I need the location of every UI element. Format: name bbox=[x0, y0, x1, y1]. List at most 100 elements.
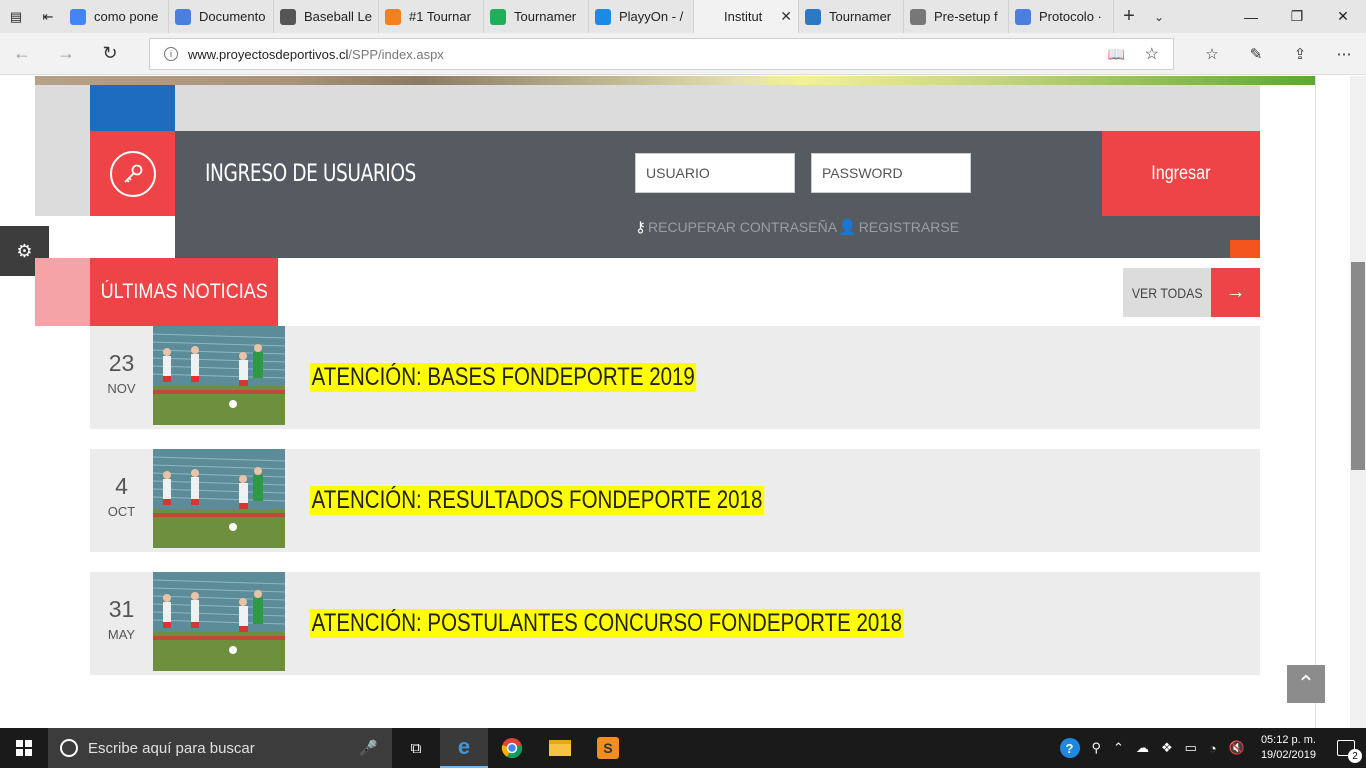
favorite-star-icon[interactable]: ☆ bbox=[1145, 44, 1159, 64]
news-heading: ÚLTIMAS NOTICIAS bbox=[90, 258, 278, 326]
browser-tab[interactable]: Protocolo · bbox=[1009, 0, 1114, 33]
browser-toolbar: ☆ ✎ ⇪ ⋯ bbox=[1190, 33, 1366, 75]
refresh-icon[interactable]: ↻ bbox=[88, 43, 132, 64]
news-month: MAY bbox=[107, 627, 136, 642]
page-right-margin bbox=[1315, 76, 1350, 728]
login-submit-button[interactable]: Ingresar bbox=[1102, 131, 1260, 216]
browser-tab[interactable]: PlayyOn - / bbox=[589, 0, 694, 33]
news-heading-text: ÚLTIMAS NOTICIAS bbox=[100, 280, 268, 303]
login-title: INGRESO DE USUARIOS bbox=[205, 159, 416, 187]
minimize-icon[interactable]: — bbox=[1228, 0, 1274, 33]
windows-taskbar: Escribe aquí para buscar 🎤 ⧉ e S ? ⚲ ⌃ ☁… bbox=[0, 728, 1366, 768]
help-icon[interactable]: ? bbox=[1059, 738, 1080, 758]
web-note-icon[interactable]: ✎ bbox=[1234, 45, 1278, 63]
windows-start-icon[interactable] bbox=[0, 728, 48, 768]
tab-actions-icon[interactable]: ▤ bbox=[0, 0, 32, 33]
wifi-icon[interactable]: ◔ bbox=[1209, 741, 1217, 756]
task-view-icon[interactable]: ⧉ bbox=[392, 740, 440, 757]
set-aside-tabs-icon[interactable]: ⇤ bbox=[32, 0, 64, 33]
user-icon: 👤 bbox=[838, 219, 857, 236]
view-all-button[interactable]: VER TODAS bbox=[1123, 268, 1211, 317]
news-item[interactable]: 4 OCT ATENCIÓN: RESULTADOS FONDEPORTE 20… bbox=[90, 449, 1260, 552]
browser-tab[interactable]: #1 Tournar bbox=[379, 0, 484, 33]
browser-tab[interactable]: Pre-setup f bbox=[904, 0, 1009, 33]
browser-tab-title: Documento bbox=[199, 9, 266, 24]
file-explorer-icon[interactable] bbox=[536, 728, 584, 768]
back-icon[interactable]: ← bbox=[0, 43, 44, 64]
browser-tab-title: como pone bbox=[94, 9, 159, 24]
docs-icon bbox=[1015, 8, 1031, 25]
shield-icon bbox=[805, 8, 821, 25]
page-left-margin bbox=[0, 76, 35, 728]
password-input[interactable] bbox=[811, 153, 971, 193]
edge-app-icon[interactable]: e bbox=[440, 728, 488, 768]
view-all-label: VER TODAS bbox=[1131, 284, 1203, 301]
blue-accent-block bbox=[90, 85, 175, 131]
news-item[interactable]: 23 NOV ATENCIÓN: BASES FONDEPORTE 2019 bbox=[90, 326, 1260, 429]
news-day: 4 bbox=[115, 473, 128, 499]
tab-preview-chevron-icon[interactable]: ⌄ bbox=[1144, 0, 1174, 33]
page-scrollbar[interactable] bbox=[1350, 76, 1366, 728]
news-item[interactable]: 31 MAY ATENCIÓN: POSTULANTES CONCURSO FO… bbox=[90, 572, 1260, 675]
share-icon[interactable]: ⇪ bbox=[1278, 45, 1322, 63]
chrome-app-icon[interactable] bbox=[488, 728, 536, 768]
baseball-icon bbox=[280, 8, 296, 25]
reading-view-icon[interactable]: 📖 bbox=[1108, 46, 1125, 63]
browser-tab[interactable]: Tournamer bbox=[799, 0, 904, 33]
scrollbar-thumb[interactable] bbox=[1351, 262, 1365, 470]
clock-date: 19/02/2019 bbox=[1260, 749, 1316, 761]
sublime-text-icon[interactable]: S bbox=[584, 728, 632, 768]
show-hidden-icons-chevron-icon[interactable]: ⌃ bbox=[1113, 740, 1124, 756]
news-thumbnail[interactable] bbox=[153, 449, 285, 548]
news-header-accent bbox=[35, 258, 90, 326]
recover-password-label: RECUPERAR CONTRASEÑA bbox=[648, 219, 838, 235]
address-bar-row: ← → ↻ i www.proyectosdeportivos.cl/SPP/i… bbox=[0, 33, 1366, 75]
clock-time: 05:12 p. m. bbox=[1260, 734, 1316, 746]
page-viewport: INGRESO DE USUARIOS Ingresar ⚷ RECUPERAR… bbox=[0, 76, 1366, 728]
more-menu-icon[interactable]: ⋯ bbox=[1322, 45, 1366, 63]
tab-list: como pone Documento Baseball Le #1 Tournar T… bbox=[64, 0, 1114, 33]
news-title-link[interactable]: ATENCIÓN: POSTULANTES CONCURSO FONDEPORT… bbox=[310, 609, 904, 638]
close-window-icon[interactable]: ✕ bbox=[1320, 0, 1366, 33]
favorites-hub-icon[interactable]: ☆ bbox=[1190, 45, 1234, 63]
action-center-icon[interactable]: 2 bbox=[1326, 728, 1366, 768]
arrow-right-icon[interactable]: → bbox=[1211, 268, 1260, 317]
news-title-link[interactable]: ATENCIÓN: RESULTADOS FONDEPORTE 2018 bbox=[310, 486, 765, 515]
back-to-top-icon[interactable]: ⌃ bbox=[1287, 665, 1325, 703]
dropbox-icon[interactable]: ❖ bbox=[1161, 740, 1173, 756]
news-thumbnail[interactable] bbox=[153, 572, 285, 671]
news-thumbnail[interactable] bbox=[153, 326, 285, 425]
onedrive-cloud-icon[interactable]: ☁ bbox=[1136, 740, 1149, 756]
google-icon bbox=[70, 8, 86, 25]
system-tray: ? ⚲ ⌃ ☁ ❖ ▭ ◔ 🔇 05:12 p. m. 19/02/2019 2 bbox=[1054, 728, 1366, 768]
browser-tab[interactable]: como pone bbox=[64, 0, 169, 33]
docs-icon bbox=[175, 8, 191, 25]
restore-icon[interactable]: ❐ bbox=[1274, 0, 1320, 33]
key-icon bbox=[109, 150, 156, 197]
volume-muted-icon[interactable]: 🔇 bbox=[1229, 740, 1245, 756]
taskbar-clock[interactable]: 05:12 p. m. 19/02/2019 bbox=[1261, 733, 1316, 763]
news-day: 23 bbox=[108, 350, 135, 376]
microphone-icon[interactable]: 🎤 bbox=[359, 739, 378, 757]
browser-tab[interactable]: Tournamer bbox=[484, 0, 589, 33]
news-date: 23 NOV bbox=[90, 326, 153, 429]
register-link[interactable]: 👤 REGISTRARSE bbox=[838, 218, 959, 236]
url-field[interactable]: i www.proyectosdeportivos.cl/SPP/index.a… bbox=[149, 38, 1174, 70]
forward-icon[interactable]: → bbox=[44, 43, 88, 64]
username-input[interactable] bbox=[635, 153, 795, 193]
browser-tab[interactable]: Institut ✕ bbox=[694, 0, 799, 33]
star-badge-icon bbox=[385, 8, 401, 25]
browser-tab-title: Tournamer bbox=[514, 9, 577, 24]
new-tab-icon[interactable]: + bbox=[1114, 0, 1144, 33]
url-domain: www.proyectosdeportivos.cl bbox=[188, 46, 349, 62]
taskbar-search[interactable]: Escribe aquí para buscar 🎤 bbox=[48, 728, 392, 768]
browser-tab[interactable]: Documento bbox=[169, 0, 274, 33]
close-tab-icon[interactable]: ✕ bbox=[780, 8, 792, 25]
people-icon[interactable]: ⚲ bbox=[1092, 740, 1102, 756]
site-info-icon[interactable]: i bbox=[164, 47, 178, 61]
browser-tab-title: Protocolo · bbox=[1039, 9, 1102, 24]
news-title-link[interactable]: ATENCIÓN: BASES FONDEPORTE 2019 bbox=[310, 363, 697, 392]
recover-password-link[interactable]: ⚷ RECUPERAR CONTRASEÑA bbox=[635, 218, 837, 236]
battery-icon[interactable]: ▭ bbox=[1185, 740, 1197, 756]
browser-tab[interactable]: Baseball Le bbox=[274, 0, 379, 33]
